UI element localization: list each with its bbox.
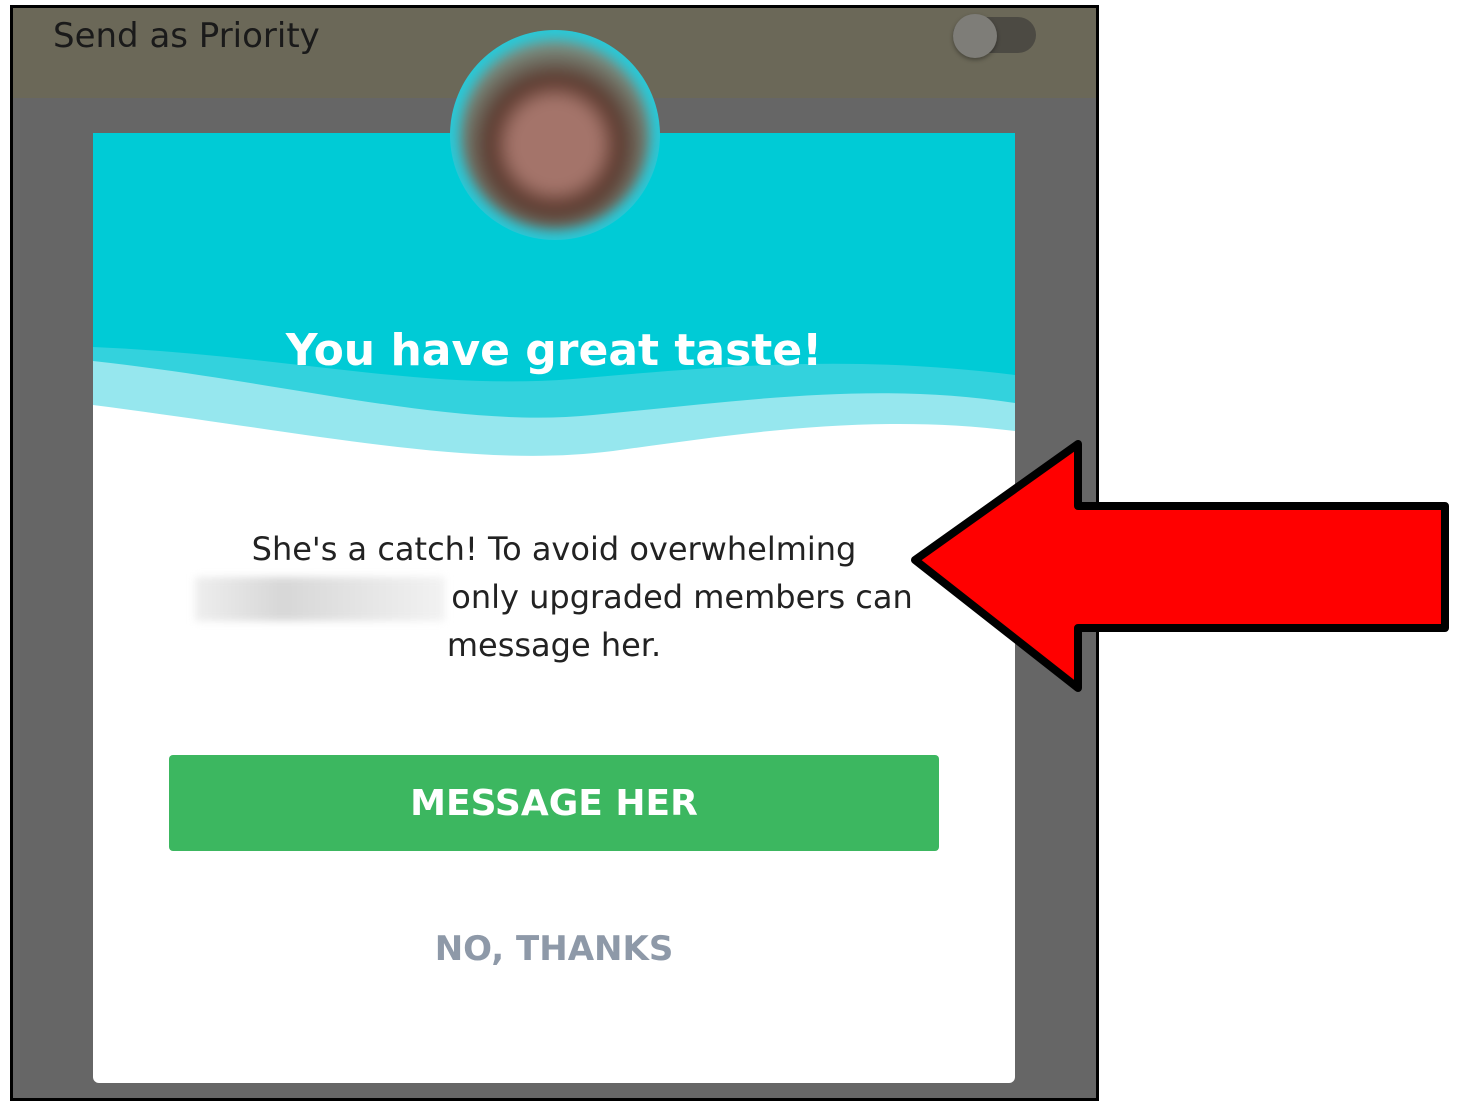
- modal-title: You have great taste!: [285, 325, 823, 376]
- user-photo-icon: [460, 40, 650, 230]
- profile-avatar: [450, 30, 660, 240]
- toggle-knob[interactable]: [953, 14, 997, 58]
- blurred-username: [195, 577, 446, 621]
- red-arrow-left-icon: [911, 440, 1449, 692]
- message-line-2-text: only upgraded members can: [451, 578, 913, 616]
- message-line-2: only upgraded members can: [193, 573, 915, 621]
- priority-toggle[interactable]: [953, 14, 1036, 58]
- message-line-3: message her.: [446, 626, 662, 664]
- no-thanks-button[interactable]: NO, THANKS: [404, 921, 704, 977]
- upgrade-modal: You have great taste! She's a catch! To …: [93, 133, 1015, 1083]
- message-line-1: She's a catch! To avoid overwhelming: [251, 530, 857, 568]
- send-as-priority-label: Send as Priority: [53, 16, 320, 56]
- modal-message: She's a catch! To avoid overwhelming onl…: [193, 525, 915, 669]
- message-her-button[interactable]: MESSAGE HER: [169, 755, 939, 851]
